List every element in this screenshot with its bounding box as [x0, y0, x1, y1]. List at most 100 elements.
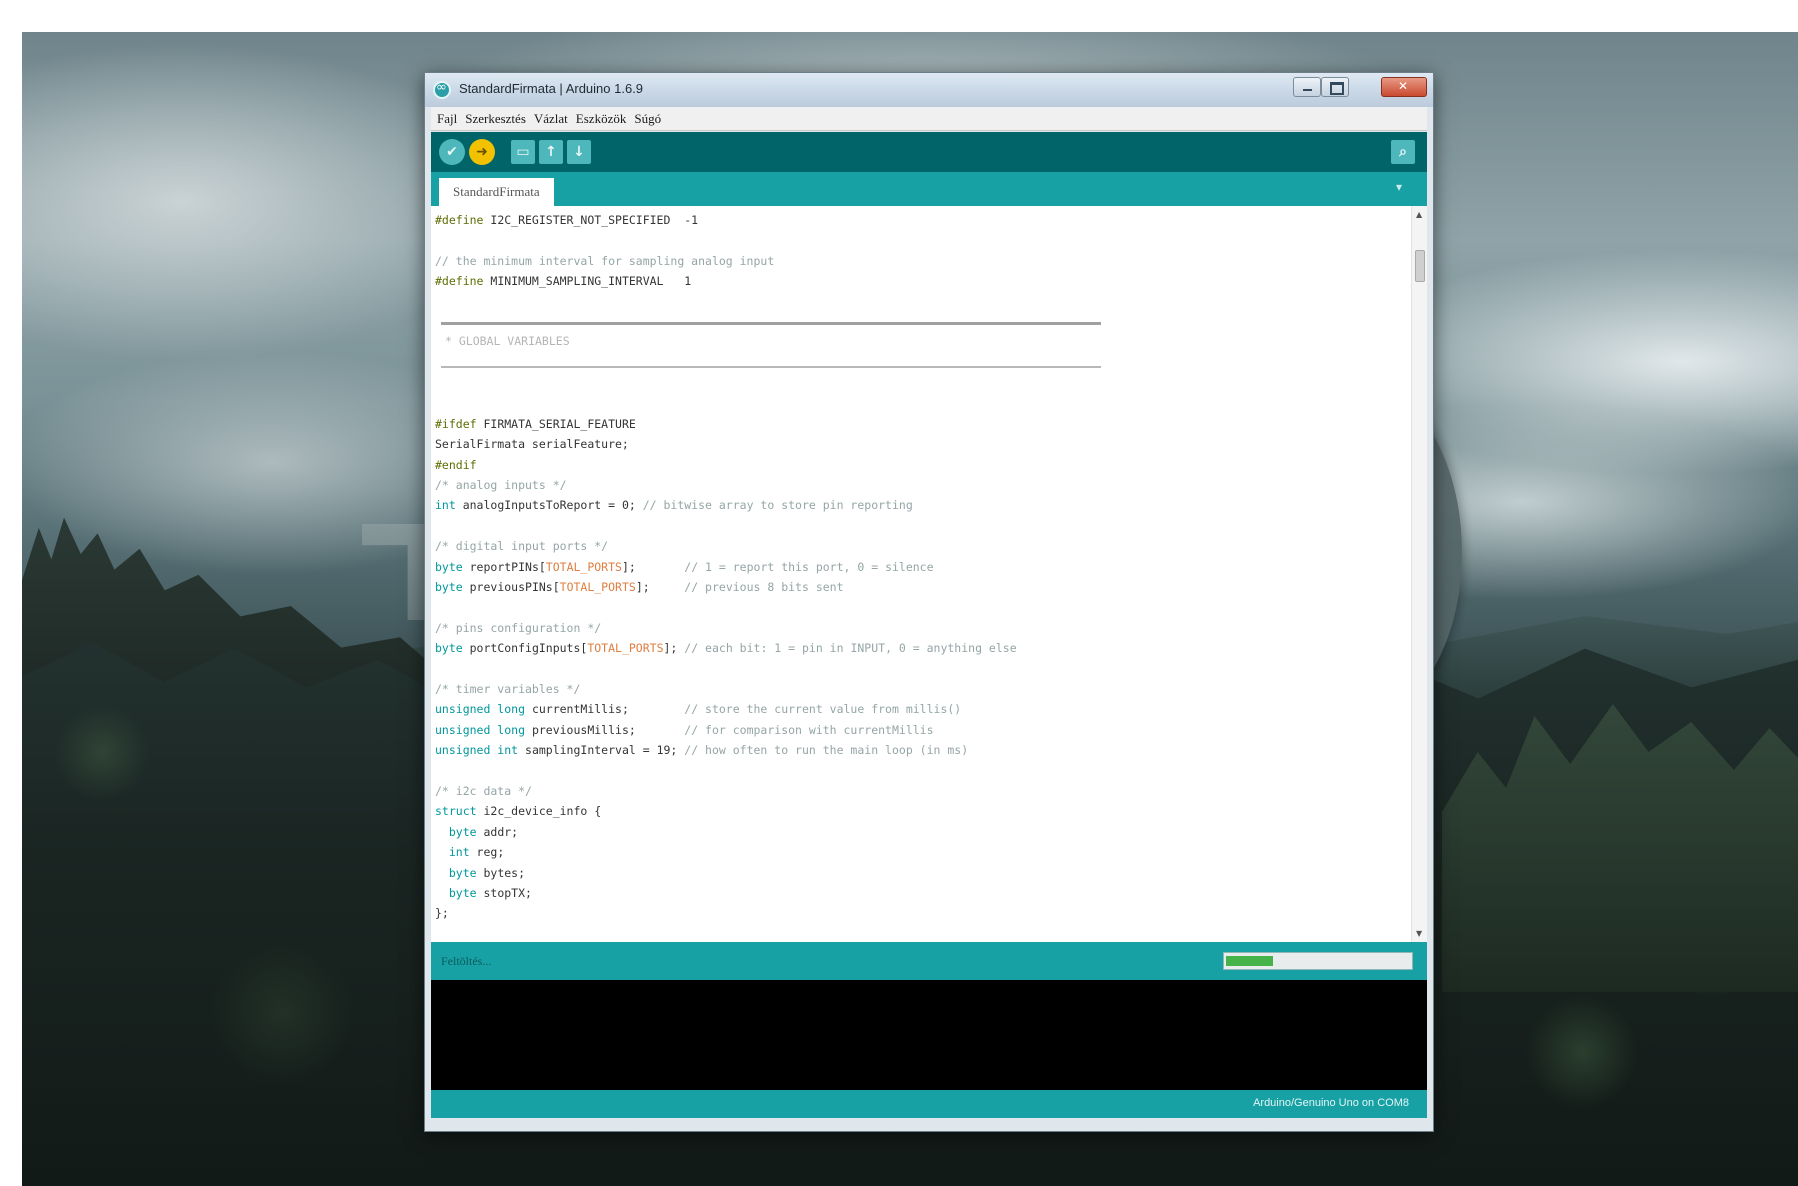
magnifier-icon: ⌕: [1399, 144, 1407, 160]
code-line[interactable]: [435, 597, 1403, 617]
code-line[interactable]: [435, 353, 1403, 373]
window-title: StandardFirmata | Arduino 1.6.9: [459, 81, 644, 96]
title-bar[interactable]: StandardFirmata | Arduino 1.6.9: [425, 73, 1433, 107]
scroll-up-arrow-icon[interactable]: ▲: [1416, 210, 1422, 219]
code-line[interactable]: /* digital input ports */: [435, 536, 1403, 556]
code-line[interactable]: byte previousPINs[TOTAL_PORTS]; // previ…: [435, 577, 1403, 597]
code-line[interactable]: [435, 659, 1403, 679]
editor-scrollbar[interactable]: ▲ ▼: [1411, 206, 1427, 942]
minimize-button[interactable]: [1293, 77, 1321, 97]
menu-sketch[interactable]: Vázlat: [532, 111, 574, 127]
code-line[interactable]: [435, 332, 1403, 352]
code-line[interactable]: // the minimum interval for sampling ana…: [435, 251, 1403, 271]
code-token: i2c_device_info {: [476, 804, 602, 819]
code-line[interactable]: unsigned int samplingInterval = 19; // h…: [435, 740, 1403, 760]
code-token: addr;: [476, 824, 519, 839]
code-token: struct: [435, 804, 477, 819]
code-token: };: [435, 906, 449, 921]
code-line[interactable]: byte portConfigInputs[TOTAL_PORTS]; // e…: [435, 638, 1403, 658]
code-line[interactable]: [435, 761, 1403, 781]
code-token: #endif: [435, 457, 477, 472]
upload-progress-bar: [1223, 952, 1413, 970]
code-line[interactable]: };: [435, 903, 1403, 923]
code-line[interactable]: int reg;: [435, 842, 1403, 862]
code-token: int: [435, 845, 470, 860]
menu-tools[interactable]: Eszközök: [574, 111, 633, 127]
status-bar: Feltöltés...: [431, 942, 1427, 980]
code-line[interactable]: #define I2C_REGISTER_NOT_SPECIFIED -1: [435, 210, 1403, 230]
code-token: ];: [635, 580, 685, 595]
board-info-bar: Arduino/Genuino Uno on COM8: [431, 1090, 1427, 1118]
code-line[interactable]: [435, 394, 1403, 414]
menu-edit[interactable]: Szerkesztés: [463, 111, 532, 127]
code-line[interactable]: byte reportPINs[TOTAL_PORTS]; // 1 = rep…: [435, 557, 1403, 577]
code-line[interactable]: /* i2c data */: [435, 781, 1403, 801]
code-line[interactable]: struct i2c_device_info {: [435, 801, 1403, 821]
output-console[interactable]: [431, 980, 1427, 1090]
code-token: // bitwise array to store pin reporting: [642, 498, 913, 513]
save-arrow-icon: ↓: [573, 144, 585, 160]
code-token: #ifdef: [435, 416, 477, 431]
code-token: unsigned long: [435, 722, 526, 737]
upload-status-text: Feltöltés...: [441, 954, 492, 968]
code-token: MINIMUM_SAMPLING_INTERVAL 1: [483, 274, 692, 289]
comment-banner-top-rule: [441, 322, 1101, 325]
code-line[interactable]: /* analog inputs */: [435, 475, 1403, 495]
code-line[interactable]: SerialFirmata serialFeature;: [435, 434, 1403, 454]
code-token: unsigned long: [435, 702, 526, 717]
code-line[interactable]: /* timer variables */: [435, 679, 1403, 699]
code-token: currentMillis;: [525, 702, 685, 717]
code-line[interactable]: #ifdef FIRMATA_SERIAL_FEATURE: [435, 414, 1403, 434]
code-token: byte: [435, 885, 477, 900]
code-token: /* i2c data */: [435, 783, 532, 798]
board-port-label: Arduino/Genuino Uno on COM8: [1253, 1097, 1409, 1109]
open-sketch-button[interactable]: ↑: [539, 140, 563, 164]
code-token: reg;: [469, 845, 505, 860]
upload-button[interactable]: ➜: [469, 139, 495, 165]
code-token: I2C_REGISTER_NOT_SPECIFIED -1: [483, 213, 699, 227]
code-editor[interactable]: #define I2C_REGISTER_NOT_SPECIFIED -1 // …: [431, 206, 1427, 942]
code-token: previousMillis;: [525, 722, 685, 737]
code-line[interactable]: byte bytes;: [435, 863, 1403, 883]
code-line[interactable]: #endif: [435, 455, 1403, 475]
code-token: /* timer variables */: [435, 681, 581, 696]
serial-monitor-button[interactable]: ⌕: [1391, 140, 1415, 164]
code-line[interactable]: int analogInputsToReport = 0; // bitwise…: [435, 495, 1403, 515]
scroll-down-arrow-icon[interactable]: ▼: [1416, 929, 1422, 938]
code-token: byte: [435, 641, 463, 656]
code-line[interactable]: unsigned long currentMillis; // store th…: [435, 699, 1403, 719]
code-text[interactable]: #define I2C_REGISTER_NOT_SPECIFIED -1 // …: [435, 210, 1403, 924]
code-token: FIRMATA_SERIAL_FEATURE: [476, 416, 636, 431]
scrollbar-thumb[interactable]: [1415, 250, 1425, 282]
maximize-button[interactable]: [1321, 77, 1349, 97]
code-line[interactable]: unsigned long previousMillis; // for com…: [435, 720, 1403, 740]
menu-file[interactable]: Fajl: [435, 111, 463, 127]
verify-button[interactable]: ✔: [439, 139, 465, 165]
code-line[interactable]: byte stopTX;: [435, 883, 1403, 903]
new-sketch-button[interactable]: ▭: [511, 140, 535, 164]
tab-menu-chevron-icon[interactable]: ▾: [1391, 180, 1407, 196]
code-token: portConfigInputs[: [462, 641, 588, 656]
tab-standardfirmata[interactable]: StandardFirmata: [439, 178, 554, 206]
close-button[interactable]: [1381, 77, 1427, 97]
code-line[interactable]: [435, 230, 1403, 250]
code-line[interactable]: [435, 373, 1403, 393]
save-sketch-button[interactable]: ↓: [567, 140, 591, 164]
code-line[interactable]: [435, 516, 1403, 536]
code-token: ];: [621, 559, 685, 574]
code-token: stopTX;: [476, 885, 532, 900]
code-token: TOTAL_PORTS: [545, 559, 622, 574]
arrow-right-icon: ➜: [476, 144, 488, 160]
code-line[interactable]: [435, 292, 1403, 312]
code-line[interactable]: byte addr;: [435, 822, 1403, 842]
code-line[interactable]: #define MINIMUM_SAMPLING_INTERVAL 1: [435, 271, 1403, 291]
toolbar: ✔ ➜ ▭ ↑ ↓ ⌕: [431, 132, 1427, 172]
menu-help[interactable]: Súgó: [632, 111, 667, 127]
code-token: // how often to run the main loop (in ms…: [684, 743, 969, 758]
code-token: // for comparison with currentMillis: [684, 722, 934, 737]
code-line[interactable]: /* pins configuration */: [435, 618, 1403, 638]
code-token: // previous 8 bits sent: [684, 580, 844, 595]
comment-banner-text: * GLOBAL VARIABLES: [445, 334, 570, 348]
code-token: byte: [435, 865, 477, 880]
code-token: /* pins configuration */: [435, 620, 602, 635]
